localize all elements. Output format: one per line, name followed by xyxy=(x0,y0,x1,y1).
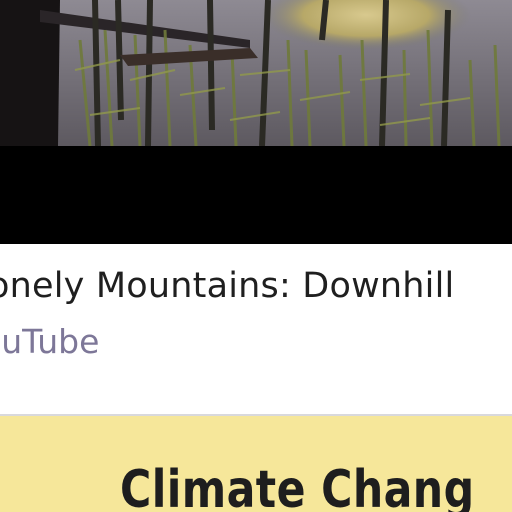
video-letterbox xyxy=(0,146,512,244)
article-banner[interactable]: Climate Chang xyxy=(0,416,512,512)
video-thumbnail[interactable] xyxy=(0,0,512,146)
link-preview-title[interactable]: onely Mountains: Downhill xyxy=(0,266,454,306)
link-preview-source: ouTube xyxy=(0,322,100,361)
water-reflection-image xyxy=(0,0,512,146)
page: onely Mountains: Downhill ouTube Climate… xyxy=(0,0,512,512)
banner-title: Climate Chang xyxy=(120,460,475,512)
